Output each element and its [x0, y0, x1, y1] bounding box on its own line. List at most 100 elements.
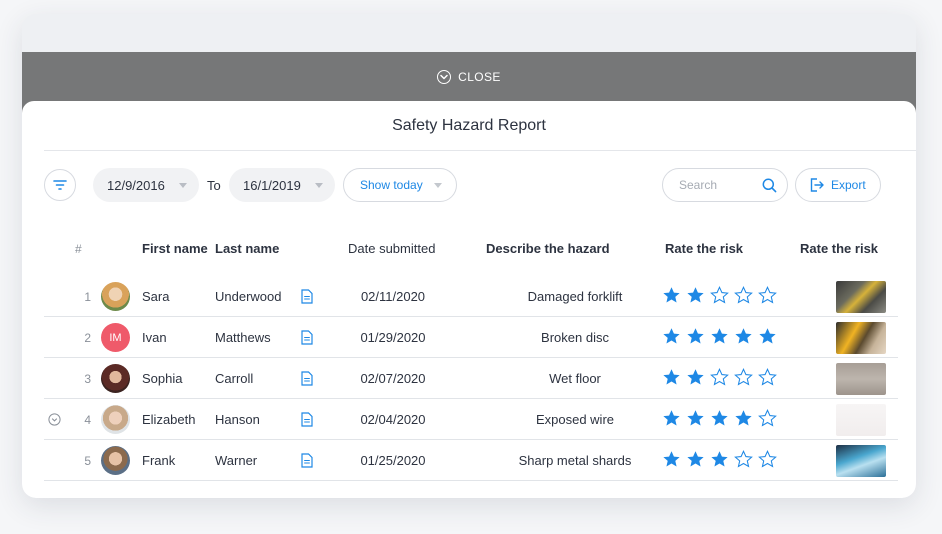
star-empty-icon[interactable] — [734, 450, 753, 471]
last-name: Matthews — [215, 330, 271, 345]
first-name: Ivan — [142, 330, 167, 345]
avatar — [101, 446, 130, 475]
date-submitted: 01/29/2020 — [360, 330, 426, 345]
hazard-photo-cell[interactable] — [836, 276, 886, 317]
hazard-photo[interactable] — [836, 362, 886, 395]
star-filled-icon[interactable] — [758, 327, 777, 348]
star-filled-icon[interactable] — [662, 368, 681, 389]
show-today-label: Show today — [360, 178, 423, 192]
risk-rating[interactable] — [662, 440, 777, 481]
document-icon — [301, 289, 313, 304]
last-name: Underwood — [215, 289, 282, 304]
document-icon — [301, 412, 313, 427]
hazard-photo-cell[interactable] — [836, 440, 886, 481]
risk-rating[interactable] — [662, 317, 777, 358]
table-row[interactable]: 2 IM Ivan Matthews 01/29/2020 Broken dis… — [44, 317, 898, 358]
caret-down-icon — [433, 182, 442, 188]
star-empty-icon[interactable] — [758, 409, 777, 430]
date-submitted: 01/25/2020 — [360, 453, 426, 468]
table-row[interactable]: 4 Elizabeth Hanson 02/04/2020 Exposed wi… — [44, 399, 898, 440]
risk-rating[interactable] — [662, 399, 777, 440]
star-filled-icon[interactable] — [662, 409, 681, 430]
star-filled-icon[interactable] — [662, 286, 681, 307]
table-row[interactable]: 1 Sara Underwood 02/11/2020 Damaged fork… — [44, 276, 898, 317]
hazard-photo-cell[interactable] — [836, 399, 886, 440]
star-filled-icon[interactable] — [710, 450, 729, 471]
show-today-select[interactable]: Show today — [343, 168, 457, 202]
column-header-first-name[interactable]: First name — [142, 241, 208, 257]
document-button[interactable] — [301, 317, 313, 358]
star-filled-icon[interactable] — [686, 327, 705, 348]
report-panel: Safety Hazard Report 12/9/2016 To 16/1/2… — [22, 101, 916, 498]
first-name: Sophia — [142, 371, 183, 386]
avatar-cell: IM — [101, 317, 130, 358]
row-index: 3 — [84, 371, 91, 386]
star-filled-icon[interactable] — [734, 327, 753, 348]
star-empty-icon[interactable] — [758, 450, 777, 471]
star-filled-icon[interactable] — [710, 409, 729, 430]
risk-rating[interactable] — [662, 276, 777, 317]
date-submitted: 02/04/2020 — [360, 412, 426, 427]
star-filled-icon[interactable] — [662, 450, 681, 471]
last-name: Hanson — [215, 412, 260, 427]
column-header-date[interactable]: Date submitted — [348, 241, 435, 257]
last-name: Warner — [215, 453, 258, 468]
document-icon — [301, 453, 313, 468]
avatar-cell — [101, 399, 130, 440]
row-index: 2 — [84, 330, 91, 345]
hazard-photo[interactable] — [836, 444, 886, 477]
star-filled-icon[interactable] — [734, 409, 753, 430]
table-row[interactable]: 3 Sophia Carroll 02/07/2020 Wet floor — [44, 358, 898, 399]
row-index: 4 — [84, 412, 91, 427]
search-placeholder: Search — [679, 178, 718, 192]
risk-rating[interactable] — [662, 358, 777, 399]
page-title: Safety Hazard Report — [392, 117, 546, 134]
column-header-hazard[interactable]: Describe the hazard — [486, 241, 610, 257]
star-empty-icon[interactable] — [710, 286, 729, 307]
document-icon — [301, 371, 313, 386]
document-button[interactable] — [301, 358, 313, 399]
hazard-photo[interactable] — [836, 321, 886, 354]
column-header-index: # — [75, 242, 82, 256]
column-header-risk[interactable]: Rate the risk — [665, 241, 743, 257]
star-filled-icon[interactable] — [686, 409, 705, 430]
document-button[interactable] — [301, 399, 313, 440]
date-to-value: 16/1/2019 — [243, 177, 301, 193]
star-filled-icon[interactable] — [686, 286, 705, 307]
hazard-photo-cell[interactable] — [836, 317, 886, 358]
export-icon — [810, 178, 824, 192]
avatar: IM — [101, 323, 130, 352]
document-button[interactable] — [301, 440, 313, 481]
star-empty-icon[interactable] — [734, 286, 753, 307]
date-to-select[interactable]: 16/1/2019 — [229, 168, 335, 202]
avatar-cell — [101, 358, 130, 399]
star-empty-icon[interactable] — [758, 286, 777, 307]
table-row[interactable]: 5 Frank Warner 01/25/2020 Sharp metal sh… — [44, 440, 898, 481]
hazard-description: Sharp metal shards — [518, 453, 632, 468]
star-filled-icon[interactable] — [710, 327, 729, 348]
star-empty-icon[interactable] — [710, 368, 729, 389]
hazard-photo[interactable] — [836, 280, 886, 313]
star-empty-icon[interactable] — [734, 368, 753, 389]
hazard-photo-cell[interactable] — [836, 358, 886, 399]
filter-button[interactable] — [44, 169, 76, 201]
avatar — [101, 364, 130, 393]
hazard-photo[interactable] — [836, 403, 886, 436]
first-name: Sara — [142, 289, 170, 304]
star-filled-icon[interactable] — [662, 327, 681, 348]
star-empty-icon[interactable] — [758, 368, 777, 389]
export-button[interactable]: Export — [795, 168, 881, 202]
document-button[interactable] — [301, 276, 313, 317]
column-header-last-name[interactable]: Last name — [215, 241, 279, 257]
star-filled-icon[interactable] — [686, 450, 705, 471]
expand-row-button[interactable] — [48, 399, 61, 440]
first-name: Frank — [142, 453, 176, 468]
report-window: CLOSE Safety Hazard Report 12/9/2016 To … — [22, 14, 916, 498]
date-from-value: 12/9/2016 — [107, 177, 165, 193]
title-divider — [44, 150, 916, 151]
column-header-photo[interactable]: Rate the risk — [800, 241, 878, 257]
star-filled-icon[interactable] — [686, 368, 705, 389]
chevron-down-circle-icon — [48, 413, 61, 426]
date-from-select[interactable]: 12/9/2016 — [93, 168, 199, 202]
search-input[interactable]: Search — [662, 168, 788, 202]
